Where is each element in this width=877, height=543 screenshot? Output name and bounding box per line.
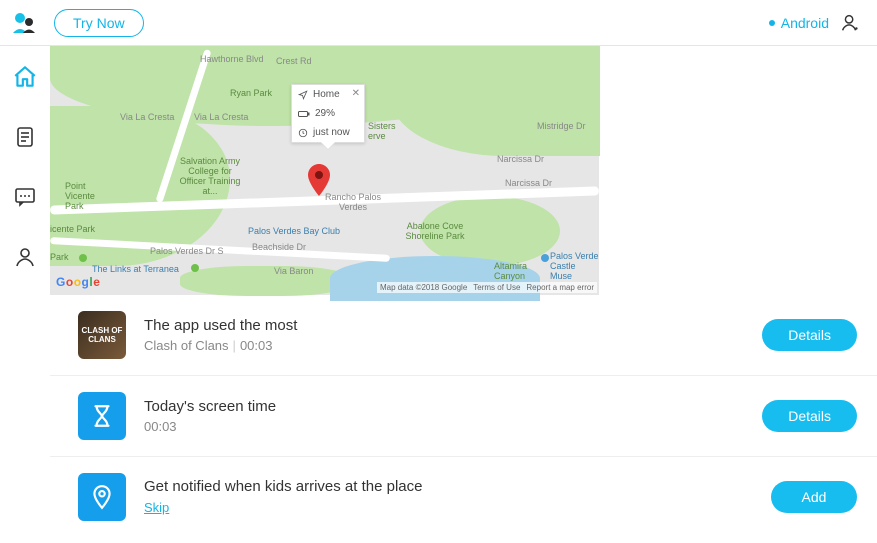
poi-label: Point Vicente Park — [65, 181, 115, 211]
card-screen-time: Today's screen time 00:03 Details — [50, 376, 877, 457]
pin-icon — [89, 484, 115, 510]
card-title: Get notified when kids arrives at the pl… — [144, 478, 753, 495]
details-button[interactable]: Details — [762, 400, 857, 432]
screen-time-icon — [78, 392, 126, 440]
poi-label: Palos Verdes Bay Club — [248, 226, 340, 236]
location-map[interactable]: Hawthorne Blvd Crest Rd Ryan Park Via La… — [50, 46, 599, 295]
poi-label: Salvation Army College for Officer Train… — [175, 156, 245, 196]
map-footer: Map data ©2018 Google Terms of Use Repor… — [377, 282, 597, 293]
person-icon — [13, 245, 37, 269]
sidebar-item-messages[interactable] — [12, 184, 38, 210]
city-label: Rancho Palos Verdes — [323, 192, 383, 212]
poi-label: Abalone Cove Shoreline Park — [400, 221, 470, 241]
try-now-button[interactable]: Try Now — [54, 9, 144, 37]
platform-label: Android — [781, 15, 829, 31]
account-icon[interactable] — [839, 12, 861, 34]
road-label: Narcissa Dr — [497, 154, 544, 164]
poi-label: Palos Verde Castle Muse — [550, 251, 600, 281]
card-subtitle: Clash of Clans|00:03 — [144, 338, 744, 353]
road-label: Crest Rd — [276, 56, 312, 66]
chat-icon — [13, 185, 37, 209]
map-callout: ✕ Home 29% just now — [291, 84, 365, 143]
poi-label: Park — [50, 252, 69, 262]
home-icon — [12, 64, 38, 90]
poi-dot-icon — [540, 253, 550, 263]
topbar: Try Now Android — [0, 0, 877, 46]
callout-battery-row: 29% — [292, 104, 364, 123]
callout-battery: 29% — [315, 108, 335, 119]
logo[interactable] — [10, 11, 40, 35]
main-content: Hawthorne Blvd Crest Rd Ryan Park Via La… — [50, 46, 877, 543]
poi-label: Sisters erve — [368, 121, 408, 141]
sidebar-item-reports[interactable] — [12, 124, 38, 150]
card-body: Today's screen time 00:03 — [144, 398, 744, 434]
details-button[interactable]: Details — [762, 319, 857, 351]
location-arrow-icon — [298, 90, 308, 100]
road-label: Palos Verdes Dr S — [150, 246, 224, 256]
card-body: Get notified when kids arrives at the pl… — [144, 478, 753, 517]
topbar-right: Android — [769, 12, 861, 34]
sidebar-item-profile[interactable] — [12, 244, 38, 270]
platform-selector[interactable]: Android — [769, 15, 829, 31]
poi-label: The Links at Terranea — [92, 264, 179, 274]
road-label: Via La Cresta — [120, 112, 174, 122]
map-terms-link[interactable]: Terms of Use — [473, 283, 520, 292]
road-label: Beachside Dr — [252, 242, 306, 252]
sidebar — [0, 46, 50, 543]
hourglass-icon — [89, 403, 115, 429]
topbar-left: Try Now — [10, 9, 144, 37]
callout-time-row: just now — [292, 123, 364, 142]
callout-tail — [321, 142, 335, 149]
map-copyright: Map data ©2018 Google — [380, 283, 467, 292]
geofence-icon-box — [78, 473, 126, 521]
callout-title: Home — [313, 89, 340, 100]
road-label: Narcissa Dr — [505, 178, 552, 188]
cards-list: CLASH OF CLANS The app used the most Cla… — [50, 295, 877, 537]
road-label: Via La Cresta — [194, 112, 248, 122]
card-subtitle: 00:03 — [144, 419, 744, 434]
add-button[interactable]: Add — [771, 481, 857, 513]
platform-dot-icon — [769, 20, 775, 26]
poi-label: Altamira Canyon — [494, 261, 544, 281]
app-time: 00:03 — [240, 338, 273, 353]
clock-icon — [298, 128, 308, 138]
document-icon — [13, 125, 37, 149]
map-pin-icon[interactable] — [308, 164, 330, 196]
card-body: The app used the most Clash of Clans|00:… — [144, 317, 744, 353]
callout-time: just now — [313, 127, 350, 138]
map-report-link[interactable]: Report a map error — [526, 283, 594, 292]
card-title: The app used the most — [144, 317, 744, 334]
logo-icon — [10, 11, 40, 35]
card-title: Today's screen time — [144, 398, 744, 415]
sidebar-item-home[interactable] — [12, 64, 38, 90]
card-most-used-app: CLASH OF CLANS The app used the most Cla… — [50, 295, 877, 376]
poi-dot-icon — [190, 263, 200, 273]
poi-label: Ryan Park — [230, 88, 272, 98]
app-thumb-text: CLASH OF CLANS — [80, 326, 124, 344]
page: Hawthorne Blvd Crest Rd Ryan Park Via La… — [0, 46, 877, 543]
google-logo: Google — [56, 275, 100, 289]
road-label: Via Baron — [274, 266, 313, 276]
skip-link[interactable]: Skip — [144, 500, 169, 515]
poi-label: icente Park — [50, 224, 95, 234]
callout-close-icon[interactable]: ✕ — [352, 88, 360, 99]
app-name: Clash of Clans — [144, 338, 229, 353]
road-label: Hawthorne Blvd — [200, 54, 264, 64]
road-label: Mistridge Dr — [537, 121, 586, 131]
card-geofence: Get notified when kids arrives at the pl… — [50, 457, 877, 537]
app-thumbnail: CLASH OF CLANS — [78, 311, 126, 359]
poi-dot-icon — [78, 253, 88, 263]
battery-icon — [298, 110, 310, 118]
